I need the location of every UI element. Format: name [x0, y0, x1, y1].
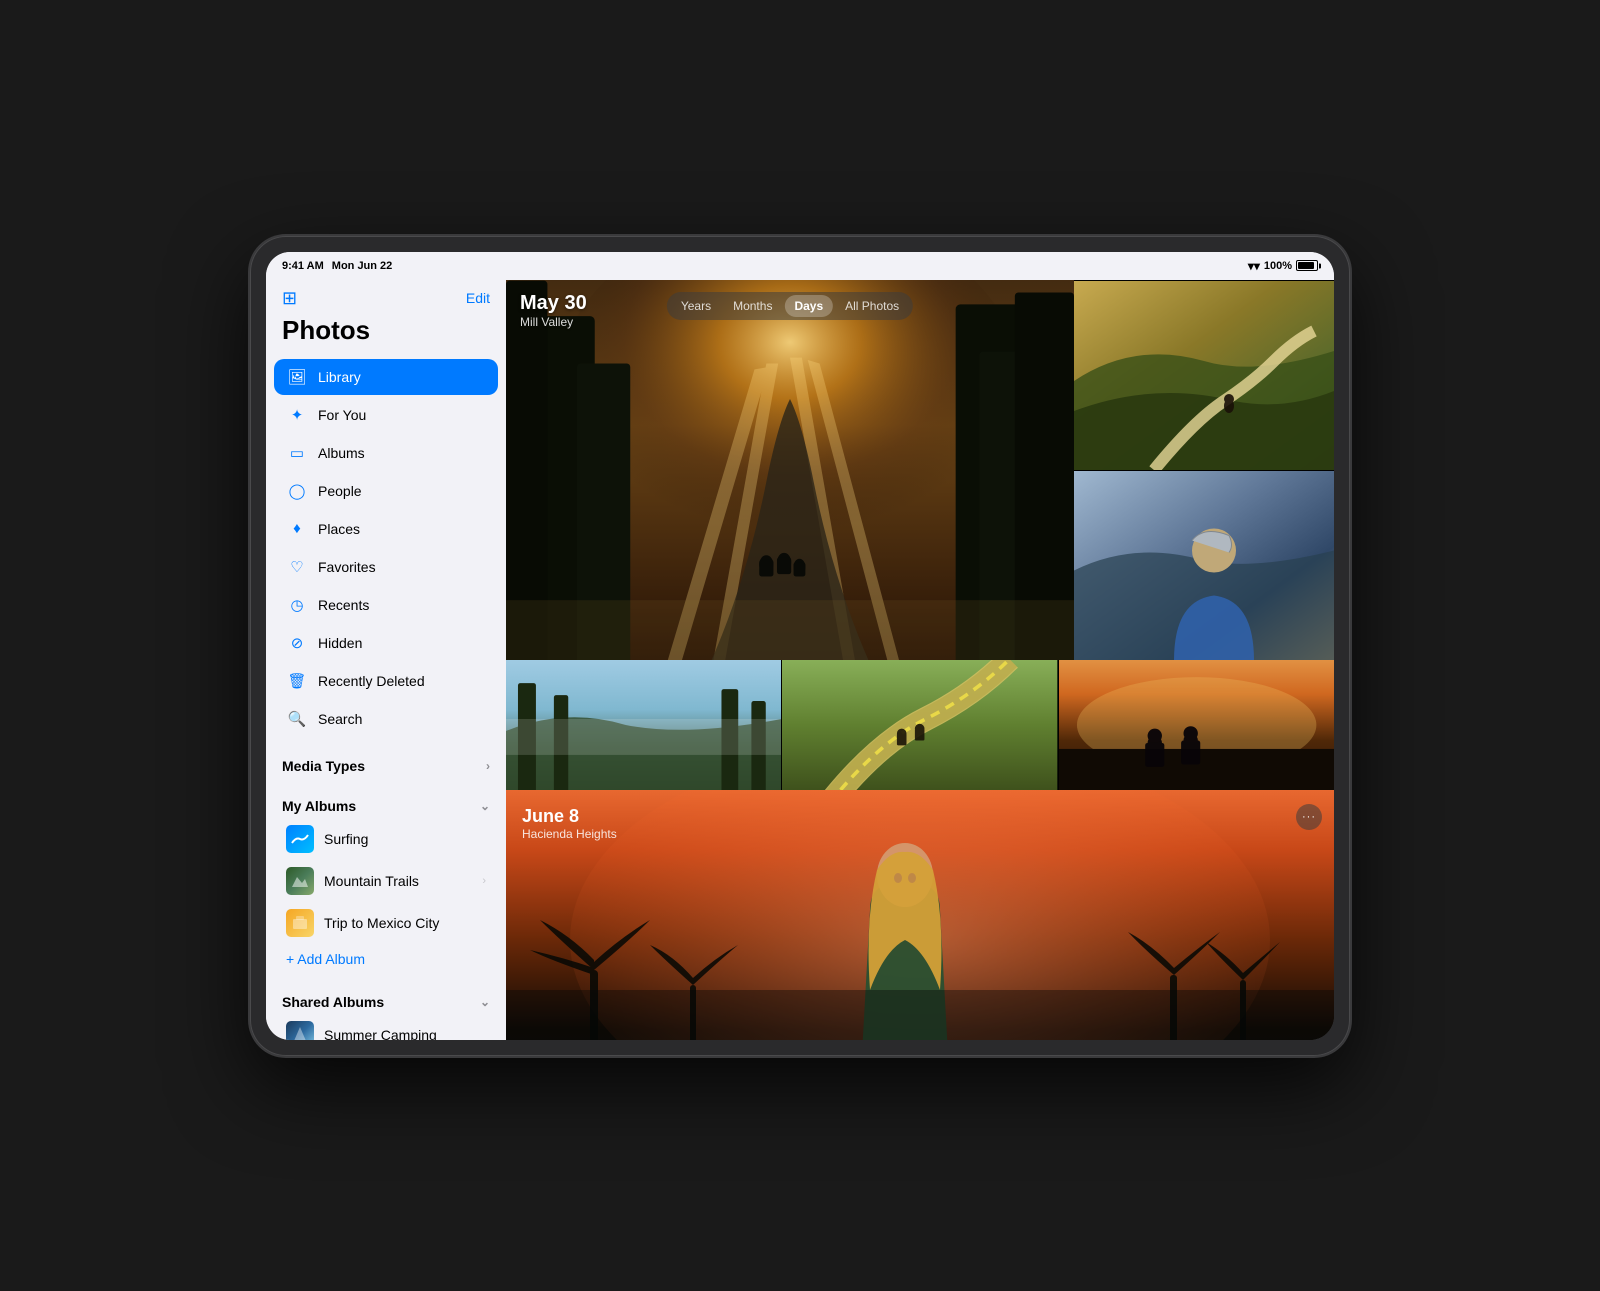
sidebar-toggle-icon[interactable]: ⊞ [282, 288, 297, 309]
bottom-photo-cycling-road[interactable] [782, 660, 1057, 790]
ipad-frame: 9:41 AM Mon Jun 22 ▾▾ 100% ⊞ Edit Photos [250, 236, 1350, 1056]
favorites-label: Favorites [318, 559, 486, 575]
app-container: ⊞ Edit Photos 🖼 Library ✦ For You ▭ A [266, 280, 1334, 1040]
search-icon: 🔍 [286, 708, 308, 730]
feature-date: June 8 [522, 806, 617, 827]
shared-albums-section-header[interactable]: Shared Albums ⌄ [266, 982, 506, 1014]
people-icon: ◯ [286, 480, 308, 502]
right-photos: Select ··· [1074, 280, 1334, 660]
days-tab[interactable]: Days [784, 295, 833, 317]
feature-location: Hacienda Heights [522, 827, 617, 841]
sidebar-item-hidden[interactable]: ⊘ Hidden [274, 625, 498, 661]
photo-date: May 30 [520, 292, 587, 315]
time-display: 9:41 AM [282, 260, 324, 272]
add-album-button[interactable]: + Add Album [274, 945, 498, 973]
status-bar-left: 9:41 AM Mon Jun 22 [282, 260, 392, 272]
photos-top-section: May 30 Mill Valley Years Months Days All… [506, 280, 1334, 660]
feature-more-button[interactable]: ··· [1296, 804, 1322, 830]
media-types-section-header[interactable]: Media Types › [266, 746, 506, 778]
albums-label: Albums [318, 445, 486, 461]
mountain-trails-chevron: › [482, 875, 486, 887]
recently-deleted-label: Recently Deleted [318, 673, 486, 689]
forest-background [506, 280, 1074, 660]
date-display: Mon Jun 22 [332, 260, 393, 272]
media-types-label: Media Types [282, 758, 365, 774]
library-icon: 🖼 [286, 366, 308, 388]
battery-fill [1298, 262, 1314, 269]
all-photos-tab[interactable]: All Photos [835, 295, 909, 317]
album-thumb-camping [286, 1021, 314, 1040]
album-label-mountain-trails: Mountain Trails [324, 873, 472, 889]
photo-nav-bar: Years Months Days All Photos [667, 292, 913, 320]
battery-icon [1296, 260, 1318, 271]
album-thumb-mountain [286, 867, 314, 895]
sidebar-edit-button[interactable]: Edit [466, 290, 490, 306]
my-albums-section-header[interactable]: My Albums ⌄ [266, 786, 506, 818]
album-item-surfing[interactable]: Surfing [274, 819, 498, 859]
album-label-mexico: Trip to Mexico City [324, 915, 486, 931]
sidebar-item-people[interactable]: ◯ People [274, 473, 498, 509]
sidebar-item-places[interactable]: ♦ Places [274, 511, 498, 547]
top-right-landscape-photo[interactable] [1074, 281, 1334, 470]
sidebar-item-for-you[interactable]: ✦ For You [274, 397, 498, 433]
album-item-mexico[interactable]: Trip to Mexico City [274, 903, 498, 943]
bottom-photo-misty-forest[interactable] [506, 660, 781, 790]
sidebar: ⊞ Edit Photos 🖼 Library ✦ For You ▭ A [266, 280, 506, 1040]
album-label-surfing: Surfing [324, 831, 486, 847]
status-bar: 9:41 AM Mon Jun 22 ▾▾ 100% [266, 252, 1334, 280]
album-thumb-surfing [286, 825, 314, 853]
sidebar-item-search[interactable]: 🔍 Search [274, 701, 498, 737]
album-item-summer-camping[interactable]: Summer Camping [274, 1015, 498, 1040]
shared-albums-chevron: ⌄ [480, 995, 490, 1009]
sidebar-item-recently-deleted[interactable]: 🗑 Recently Deleted [274, 663, 498, 699]
feature-ellipsis-icon: ··· [1302, 811, 1316, 823]
places-icon: ♦ [286, 518, 308, 540]
sidebar-item-albums[interactable]: ▭ Albums [274, 435, 498, 471]
for-you-icon: ✦ [286, 404, 308, 426]
add-album-label: + Add Album [286, 951, 365, 967]
shared-albums-label: Shared Albums [282, 994, 384, 1010]
hidden-label: Hidden [318, 635, 486, 651]
large-forest-photo[interactable]: May 30 Mill Valley Years Months Days All… [506, 280, 1074, 660]
favorites-icon: ♡ [286, 556, 308, 578]
sidebar-header: ⊞ Edit [266, 280, 506, 313]
people-label: People [318, 483, 486, 499]
wifi-icon: ▾▾ [1248, 259, 1260, 273]
recently-deleted-icon: 🗑 [286, 670, 308, 692]
album-thumb-mexico [286, 909, 314, 937]
bottom-photos-row [506, 660, 1334, 790]
feature-photo-background [506, 790, 1334, 1040]
main-content: May 30 Mill Valley Years Months Days All… [506, 280, 1334, 1040]
recents-label: Recents [318, 597, 486, 613]
bottom-right-cyclist-photo[interactable] [1074, 471, 1334, 660]
search-label: Search [318, 711, 486, 727]
bottom-photo-sunset-cycling[interactable] [1059, 660, 1334, 790]
photo-location: Mill Valley [520, 315, 587, 329]
feature-date-overlay: June 8 Hacienda Heights [522, 806, 617, 841]
library-label: Library [318, 369, 486, 385]
status-bar-right: ▾▾ 100% [1248, 259, 1318, 273]
recents-icon: ◷ [286, 594, 308, 616]
ipad-screen: 9:41 AM Mon Jun 22 ▾▾ 100% ⊞ Edit Photos [266, 252, 1334, 1040]
feature-photo-section[interactable]: June 8 Hacienda Heights ··· [506, 790, 1334, 1040]
years-tab[interactable]: Years [671, 295, 721, 317]
media-types-chevron: › [486, 759, 490, 773]
album-label-camping: Summer Camping [324, 1027, 486, 1040]
sidebar-item-library[interactable]: 🖼 Library [274, 359, 498, 395]
photo-date-overlay: May 30 Mill Valley [520, 292, 587, 329]
my-albums-label: My Albums [282, 798, 356, 814]
sidebar-item-favorites[interactable]: ♡ Favorites [274, 549, 498, 585]
hidden-icon: ⊘ [286, 632, 308, 654]
albums-icon: ▭ [286, 442, 308, 464]
my-albums-chevron: ⌄ [480, 799, 490, 813]
album-item-mountain-trails[interactable]: Mountain Trails › [274, 861, 498, 901]
sidebar-title: Photos [266, 313, 506, 358]
sidebar-item-recents[interactable]: ◷ Recents [274, 587, 498, 623]
battery-percent: 100% [1264, 260, 1292, 272]
places-label: Places [318, 521, 486, 537]
for-you-label: For You [318, 407, 486, 423]
months-tab[interactable]: Months [723, 295, 782, 317]
